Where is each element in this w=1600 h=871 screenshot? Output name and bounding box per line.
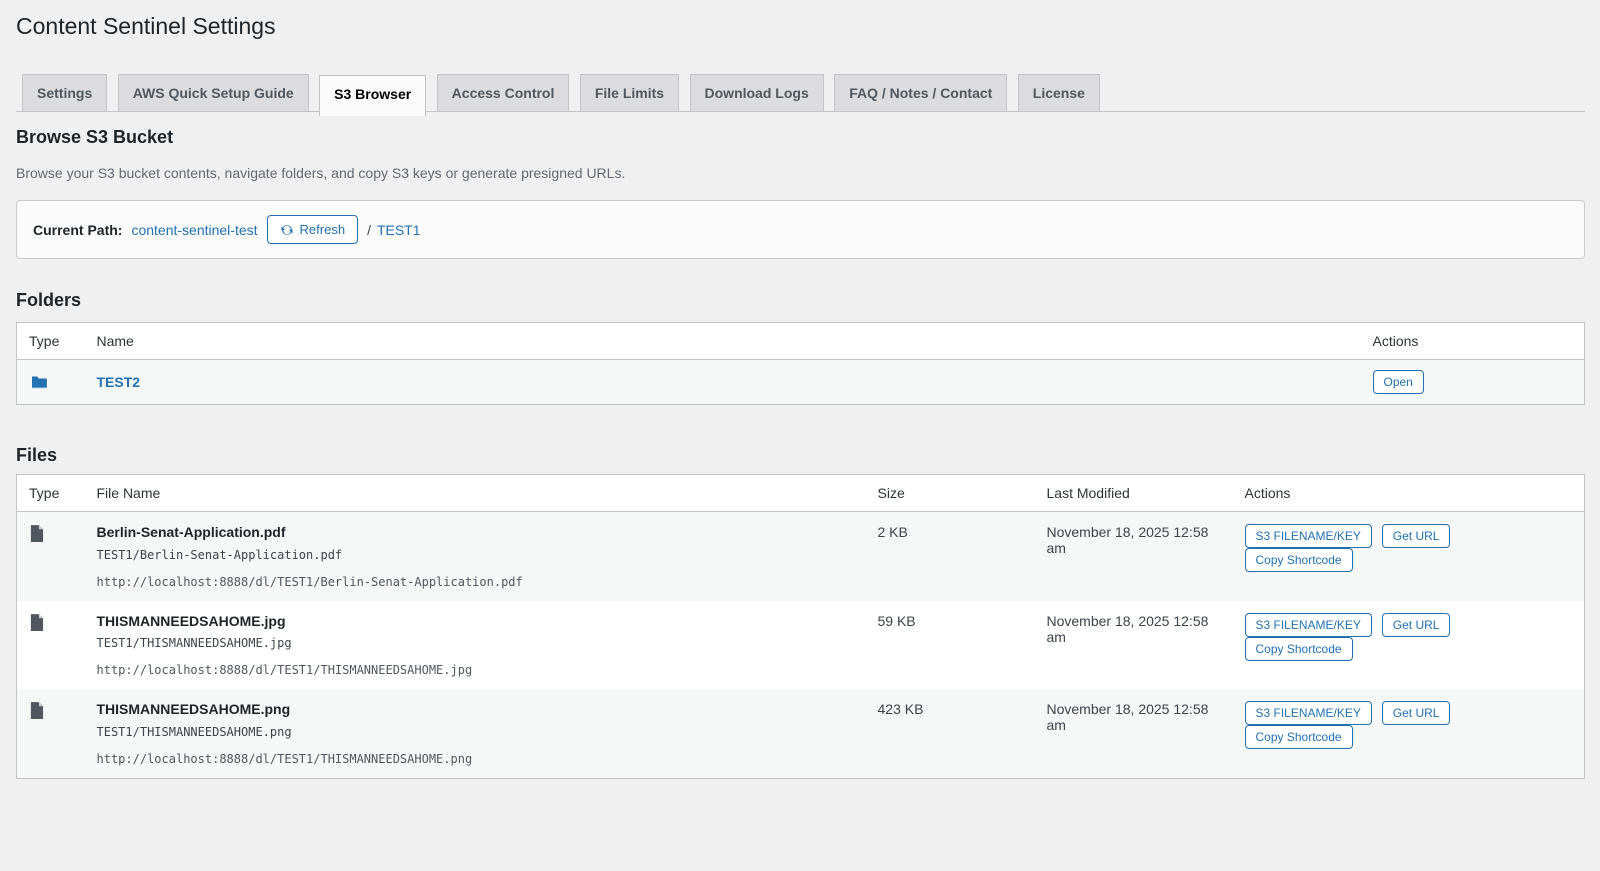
current-path-label: Current Path:: [33, 221, 123, 238]
refresh-button[interactable]: Refresh: [266, 215, 359, 245]
tab-access-control[interactable]: Access Control: [436, 73, 570, 112]
bucket-root-link[interactable]: content-sentinel-test: [131, 222, 257, 238]
files-col-file-name: File Name: [84, 474, 866, 513]
file-row: THISMANNEEDSAHOME.jpg TEST1/THISMANNEEDS…: [16, 600, 1585, 690]
s3-filename-key-button[interactable]: S3 FILENAME/KEY: [1244, 524, 1372, 549]
folders-table: Type Name Actions TEST2 Open: [16, 321, 1585, 405]
refresh-icon: [280, 223, 294, 237]
file-key: TEST1/THISMANNEEDSAHOME.png: [96, 724, 292, 739]
files-heading: Files: [16, 444, 58, 465]
files-table: Type File Name Size Last Modified Action…: [16, 474, 1585, 779]
tab-faq-notes-contact[interactable]: FAQ / Notes / Contact: [834, 73, 1008, 112]
copy-shortcode-button[interactable]: Copy Shortcode: [1244, 548, 1353, 573]
file-name: THISMANNEEDSAHOME.png: [96, 701, 291, 718]
tab-file-limits[interactable]: File Limits: [579, 73, 680, 112]
file-last-modified: November 18, 2025 12:58 am: [1046, 701, 1209, 734]
browse-s3-bucket-description: Browse your S3 bucket contents, navigate…: [16, 164, 626, 181]
file-name: THISMANNEEDSAHOME.jpg: [96, 612, 286, 629]
tab-settings[interactable]: Settings: [22, 73, 108, 112]
file-size: 59 KB: [877, 612, 916, 629]
file-url: http://localhost:8888/dl/TEST1/Berlin-Se…: [96, 574, 523, 589]
file-size: 423 KB: [877, 701, 924, 718]
copy-shortcode-button[interactable]: Copy Shortcode: [1244, 636, 1353, 661]
tab-aws-quick-setup-guide[interactable]: AWS Quick Setup Guide: [117, 73, 309, 112]
file-size: 2 KB: [877, 524, 908, 541]
folders-col-actions: Actions: [1360, 322, 1585, 360]
file-key: TEST1/THISMANNEEDSAHOME.jpg: [96, 636, 292, 651]
file-icon: [29, 613, 73, 632]
folder-name-link[interactable]: TEST2: [97, 374, 141, 390]
file-name: Berlin-Senat-Application.pdf: [96, 524, 286, 541]
refresh-button-label: Refresh: [299, 222, 346, 238]
file-row: THISMANNEEDSAHOME.png TEST1/THISMANNEEDS…: [16, 689, 1585, 779]
tab-bar: Settings AWS Quick Setup Guide S3 Browse…: [16, 73, 1585, 117]
folder-icon: [29, 372, 73, 392]
folders-header-row: Type Name Actions: [16, 322, 1585, 360]
file-key: TEST1/Berlin-Senat-Application.pdf: [96, 547, 343, 562]
s3-filename-key-button[interactable]: S3 FILENAME/KEY: [1244, 701, 1372, 726]
current-path-box: Current Path: content-sentinel-test Refr…: [16, 200, 1585, 260]
tab-license[interactable]: License: [1017, 73, 1100, 112]
path-segment-link[interactable]: TEST1: [377, 222, 421, 238]
folders-heading: Folders: [16, 290, 82, 311]
copy-shortcode-button[interactable]: Copy Shortcode: [1244, 725, 1353, 750]
get-url-button[interactable]: Get URL: [1381, 701, 1451, 726]
get-url-button[interactable]: Get URL: [1381, 612, 1451, 637]
s3-filename-key-button[interactable]: S3 FILENAME/KEY: [1244, 612, 1372, 637]
open-folder-button[interactable]: Open: [1372, 369, 1424, 394]
file-row: Berlin-Senat-Application.pdf TEST1/Berli…: [16, 511, 1585, 601]
tab-download-logs[interactable]: Download Logs: [689, 73, 824, 112]
page-title: Content Sentinel Settings: [16, 13, 276, 39]
files-col-actions: Actions: [1232, 474, 1585, 513]
file-last-modified: November 18, 2025 12:58 am: [1046, 524, 1209, 557]
browse-s3-bucket-heading: Browse S3 Bucket: [16, 127, 174, 148]
file-last-modified: November 18, 2025 12:58 am: [1046, 612, 1209, 645]
file-url: http://localhost:8888/dl/TEST1/THISMANNE…: [96, 663, 473, 678]
files-col-type: Type: [16, 474, 85, 513]
get-url-button[interactable]: Get URL: [1381, 524, 1451, 549]
folders-col-name: Name: [84, 322, 1361, 360]
file-icon: [29, 701, 73, 720]
folder-row: TEST2 Open: [16, 359, 1585, 405]
folders-col-type: Type: [16, 322, 85, 360]
file-url: http://localhost:8888/dl/TEST1/THISMANNE…: [96, 751, 473, 766]
path-separator: /: [367, 221, 371, 238]
files-col-size: Size: [865, 474, 1035, 513]
files-col-last-modified: Last Modified: [1034, 474, 1233, 513]
files-header-row: Type File Name Size Last Modified Action…: [16, 474, 1585, 513]
tab-s3-browser[interactable]: S3 Browser: [319, 74, 427, 117]
file-icon: [29, 524, 73, 543]
